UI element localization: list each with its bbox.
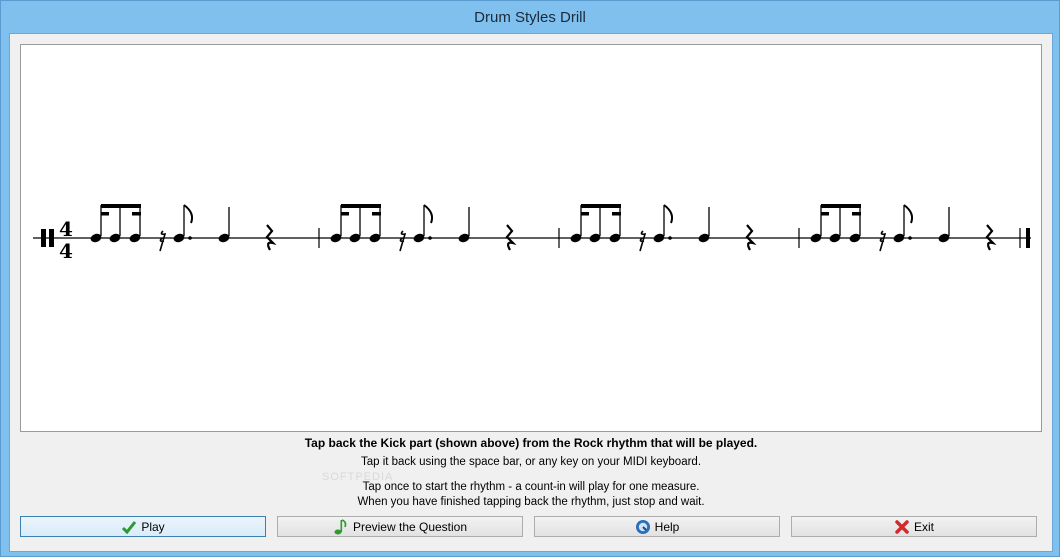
- exit-button-label: Exit: [913, 519, 934, 534]
- help-button[interactable]: Help: [534, 516, 780, 537]
- final-barline: [1026, 228, 1030, 248]
- sixteenth-rest: [879, 230, 887, 252]
- beam-stub: [341, 212, 349, 216]
- percussion-clef: [41, 229, 46, 247]
- beam: [341, 204, 381, 208]
- instruction-count-in: Tap once to start the rhythm - a count-i…: [362, 481, 700, 493]
- title-bar: Drum Styles Drill: [1, 1, 1059, 33]
- beam-stub: [581, 212, 589, 216]
- note-dot: [908, 236, 912, 240]
- preview-button-label: Preview the Question: [352, 519, 468, 534]
- beam-stub: [821, 212, 829, 216]
- beam: [101, 204, 141, 208]
- instruction-tap-method: Tap it back using the space bar, or any …: [360, 456, 702, 468]
- help-icon: [635, 519, 650, 534]
- exit-button[interactable]: Exit: [791, 516, 1037, 537]
- sixteenth-rest: [159, 230, 167, 252]
- watermark: SOFTPEDIA: [322, 471, 394, 483]
- note-dot: [668, 236, 672, 240]
- beam-stub: [612, 212, 621, 216]
- check-icon: [122, 520, 137, 534]
- sixteenth-rest: [399, 230, 407, 252]
- help-button-label: Help: [654, 519, 680, 534]
- notation-panel: 4 4: [20, 44, 1042, 432]
- music-note-icon: [334, 518, 347, 534]
- instruction-wait: When you have finished tapping back the …: [357, 496, 705, 508]
- note-flag: [903, 204, 914, 224]
- note-flag: [663, 204, 674, 224]
- close-icon: [895, 519, 909, 534]
- note-flag: [423, 204, 434, 224]
- beam-stub: [132, 212, 141, 216]
- note-dot: [188, 236, 192, 240]
- instruction-main: Tap back the Kick part (shown above) fro…: [304, 436, 758, 450]
- rhythm-staff: 4 4: [33, 204, 1031, 263]
- time-signature-top: 4: [59, 217, 73, 241]
- window-title: Drum Styles Drill: [474, 8, 586, 26]
- play-button-label: Play: [141, 519, 165, 534]
- instructions: Tap back the Kick part (shown above) fro…: [10, 436, 1052, 510]
- time-signature-bottom: 4: [59, 239, 73, 263]
- beam-stub: [852, 212, 861, 216]
- beam: [581, 204, 621, 208]
- note-dot: [428, 236, 432, 240]
- beam-stub: [101, 212, 109, 216]
- beam: [821, 204, 861, 208]
- app-window: Drum Styles Drill 4 4 Tap back the Kick …: [0, 0, 1060, 557]
- beam-stub: [372, 212, 381, 216]
- client-area: 4 4 Tap back the Kick part (shown above)…: [9, 33, 1053, 552]
- preview-question-button[interactable]: Preview the Question: [277, 516, 523, 537]
- note-flag: [183, 204, 194, 224]
- play-button[interactable]: Play: [20, 516, 266, 537]
- sixteenth-rest: [639, 230, 647, 252]
